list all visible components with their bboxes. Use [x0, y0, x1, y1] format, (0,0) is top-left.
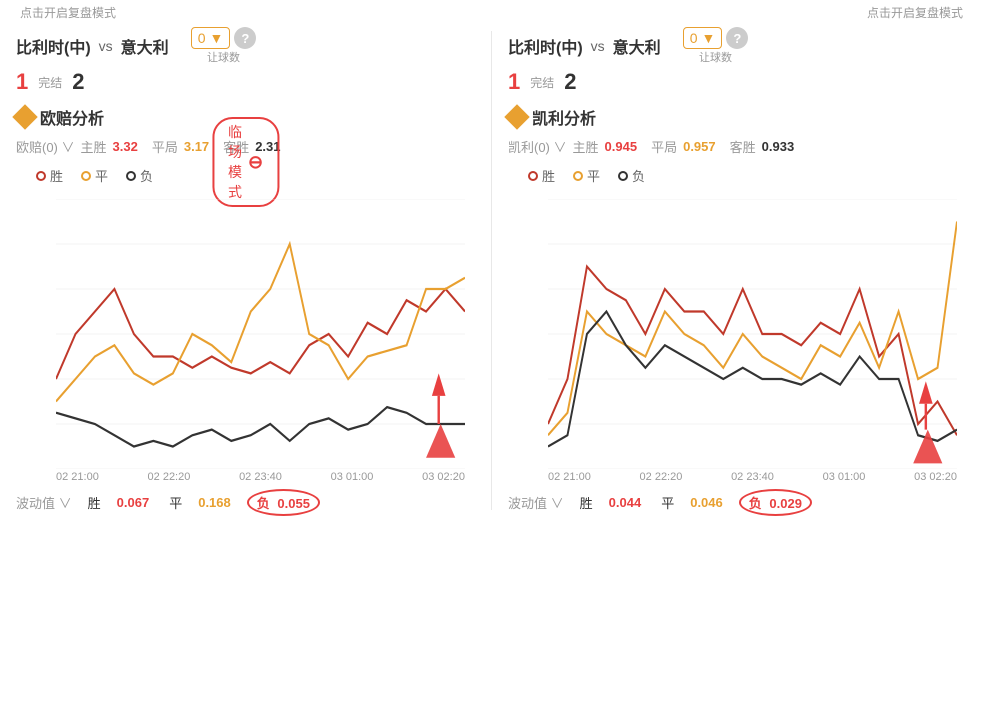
- left-handicap-box[interactable]: 0 ▼: [191, 27, 231, 49]
- mode-minus-icon: ⊖: [248, 152, 263, 173]
- right-team2: 意大利: [613, 34, 661, 58]
- left-win-label: 主胜: [81, 137, 107, 156]
- right-panel: 比利时(中) vs 意大利 0 ▼ ? 让球数 1 完结 2: [492, 21, 983, 520]
- left-help-button[interactable]: ?: [234, 27, 256, 49]
- right-bottom-draw-val: 0.046: [690, 495, 723, 510]
- left-odds-label[interactable]: 欧赔(0) ∨: [16, 137, 75, 156]
- left-replay-hint[interactable]: 点击开启复盘模式: [20, 4, 116, 21]
- right-legend-draw: 平: [573, 166, 600, 185]
- left-chart-container: 0.06 0.05 0.04 0.03 0.02 0.01 0: [16, 189, 475, 469]
- right-status: 完结: [530, 74, 554, 91]
- left-win-dot: [36, 171, 46, 181]
- right-replay-hint[interactable]: 点击开启复盘模式: [867, 4, 963, 21]
- left-draw-label: 平局: [152, 137, 178, 156]
- right-match-header: 比利时(中) vs 意大利 0 ▼ ? 让球数: [508, 21, 967, 67]
- left-bottom-lose-circled: 负 0.055: [247, 489, 320, 516]
- left-match-header: 比利时(中) vs 意大利 0 ▼ ? 让球数: [16, 21, 475, 67]
- left-legend-lose: 负: [126, 166, 153, 185]
- left-legend-draw: 平: [81, 166, 108, 185]
- right-win-val: 0.945: [605, 139, 638, 154]
- right-draw-label: 平局: [651, 137, 677, 156]
- right-bottom-win-val: 0.044: [609, 495, 642, 510]
- right-team1: 比利时(中): [508, 34, 583, 58]
- right-bottom-win-label: 胜: [580, 493, 593, 512]
- right-help-button[interactable]: ?: [726, 27, 748, 49]
- right-handicap-value: 0: [690, 30, 698, 46]
- right-odds-label[interactable]: 凯利(0) ∨: [508, 137, 567, 156]
- left-handicap-dropdown-icon: ▼: [209, 30, 223, 46]
- left-diamond-icon: [12, 104, 37, 129]
- left-lose-dot: [126, 171, 136, 181]
- left-draw-val: 3.17: [184, 139, 209, 154]
- left-panel: 比利时(中) vs 意大利 0 ▼ ? 让球数 1 完结 2: [0, 21, 491, 520]
- right-vs: vs: [591, 38, 605, 54]
- right-stats-row: 凯利(0) ∨ 主胜 0.945 平局 0.957 客胜 0.933: [508, 133, 967, 160]
- right-bottom-row: 波动值 ∨ 胜 0.044 平 0.046 负 0.029: [508, 483, 967, 520]
- left-score1: 1: [16, 69, 28, 95]
- left-status: 完结: [38, 74, 62, 91]
- right-legend-win: 胜: [528, 166, 555, 185]
- right-analysis-title: 凯利分析: [508, 105, 596, 129]
- right-handicap-label: 让球数: [683, 49, 749, 65]
- right-handicap-box[interactable]: 0 ▼: [683, 27, 723, 49]
- left-draw-dot: [81, 171, 91, 181]
- right-handicap-dropdown-icon: ▼: [701, 30, 715, 46]
- right-legend: 胜 平 负: [508, 160, 967, 189]
- left-bottom-row: 波动值 ∨ 胜 0.067 平 0.168 负 0.055: [16, 483, 475, 520]
- right-bottom-lose-circled: 负 0.029: [739, 489, 812, 516]
- left-bottom-win-val: 0.067: [117, 495, 150, 510]
- left-score2: 2: [72, 69, 84, 95]
- left-bottom-win-label: 胜: [88, 493, 101, 512]
- left-bottom-draw-label: 平: [169, 493, 182, 512]
- right-chart-container: 0.03 0.025 0.02 0.015 0.01 0.005 0: [508, 189, 967, 469]
- right-lose-dot: [618, 171, 628, 181]
- left-analysis-title: 欧赔分析: [16, 105, 104, 129]
- right-lose-val: 0.933: [762, 139, 795, 154]
- left-vs: vs: [99, 38, 113, 54]
- left-handicap-value: 0: [198, 30, 206, 46]
- right-legend-lose: 负: [618, 166, 645, 185]
- left-win-val: 3.32: [113, 139, 138, 154]
- left-team2: 意大利: [121, 34, 169, 58]
- right-score2: 2: [564, 69, 576, 95]
- right-chart: 0.03 0.025 0.02 0.015 0.01 0.005 0: [548, 199, 957, 469]
- right-volatility-label[interactable]: 波动值 ∨: [508, 493, 564, 512]
- left-handicap-label: 让球数: [191, 49, 257, 65]
- right-win-dot: [528, 171, 538, 181]
- right-diamond-icon: [504, 104, 529, 129]
- right-draw-dot: [573, 171, 583, 181]
- right-bottom-draw-label: 平: [661, 493, 674, 512]
- left-chart: 0.06 0.05 0.04 0.03 0.02 0.01 0: [56, 199, 465, 469]
- right-win-label: 主胜: [573, 137, 599, 156]
- right-draw-val: 0.957: [683, 139, 716, 154]
- left-legend-win: 胜: [36, 166, 63, 185]
- left-bottom-draw-val: 0.168: [198, 495, 231, 510]
- right-lose-label: 客胜: [730, 137, 756, 156]
- left-volatility-label[interactable]: 波动值 ∨: [16, 493, 72, 512]
- right-score1: 1: [508, 69, 520, 95]
- left-team1: 比利时(中): [16, 34, 91, 58]
